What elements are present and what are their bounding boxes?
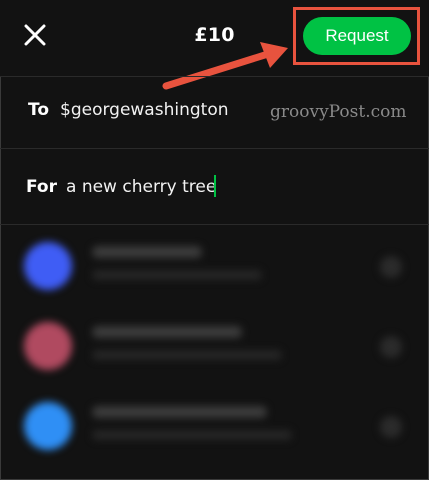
contact-detail-blurred xyxy=(92,430,292,440)
row-action-icon[interactable] xyxy=(380,336,402,358)
divider xyxy=(0,148,429,149)
row-action-icon[interactable] xyxy=(380,416,402,438)
contact-name-blurred xyxy=(92,246,202,258)
watermark: groovyPost.com xyxy=(270,102,407,122)
avatar xyxy=(24,322,72,370)
text-caret xyxy=(214,175,216,197)
contact-row[interactable] xyxy=(0,228,429,308)
contact-list xyxy=(0,228,429,480)
divider xyxy=(0,224,429,225)
divider xyxy=(0,76,429,77)
contact-detail-blurred xyxy=(92,270,262,280)
avatar xyxy=(24,402,72,450)
for-note-field[interactable]: a new cherry tree xyxy=(66,177,216,197)
to-recipient-field[interactable]: $georgewashington xyxy=(60,100,229,120)
request-button[interactable]: Request xyxy=(303,17,411,55)
contact-name-blurred xyxy=(92,406,267,418)
contact-name-blurred xyxy=(92,326,242,338)
avatar xyxy=(24,242,72,290)
contact-row[interactable] xyxy=(0,308,429,388)
annotation-arrow-icon xyxy=(162,42,288,90)
contact-detail-blurred xyxy=(92,350,282,360)
row-action-icon[interactable] xyxy=(380,256,402,278)
to-label: To xyxy=(28,100,50,120)
contact-row[interactable] xyxy=(0,388,429,468)
for-label: For xyxy=(26,177,57,197)
